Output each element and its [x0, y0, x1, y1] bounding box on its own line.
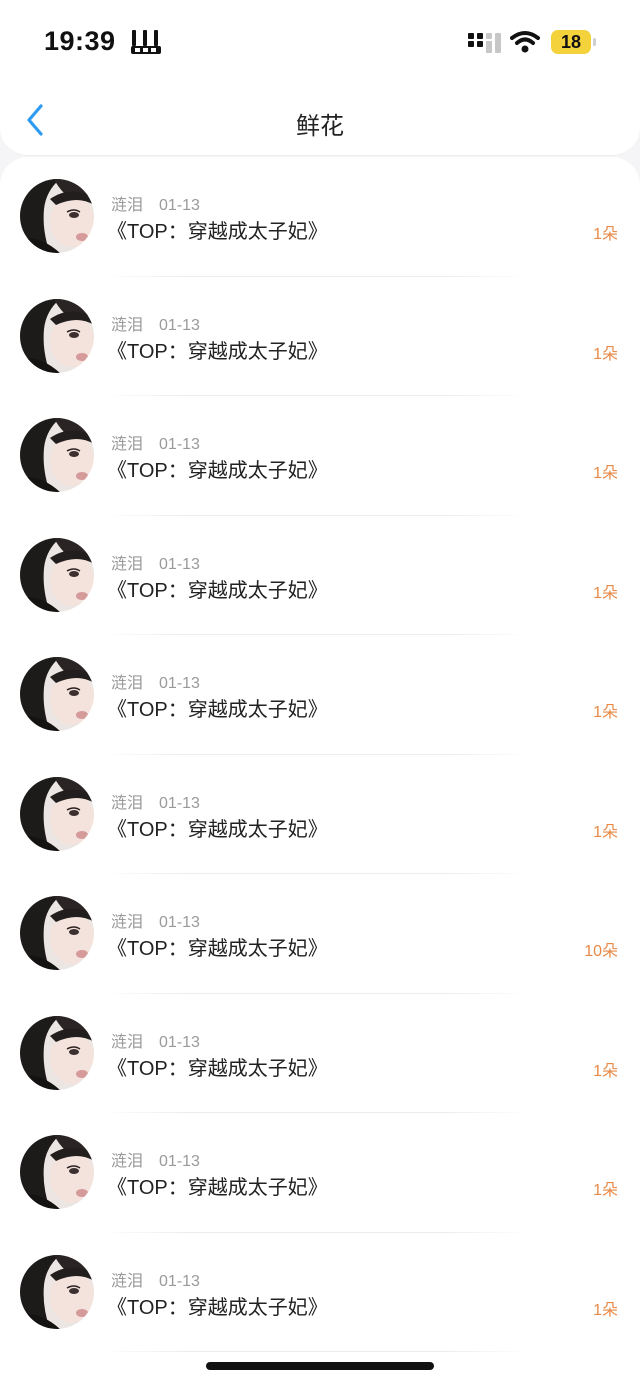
sender-name: 涟泪: [111, 675, 144, 692]
book-title: 《TOP：穿越成太子妃》: [107, 699, 328, 721]
status-time: 19:39: [44, 26, 116, 56]
battery-icon: 18: [551, 30, 597, 54]
flower-count: 1朵: [593, 584, 618, 602]
book-title: 《TOP：穿越成太子妃》: [107, 460, 328, 482]
app-status-icon: [129, 28, 165, 56]
avatar[interactable]: [20, 1135, 94, 1209]
list-item[interactable]: 涟泪 01-13 《TOP：穿越成太子妃》 1朵: [0, 396, 640, 516]
sender-name: 涟泪: [111, 555, 144, 573]
book-title: 《TOP：穿越成太子妃》: [107, 1296, 328, 1319]
screen: 19:39 18 鲜花 涟泪 01-13 《TOP：穿越成太子妃》 1朵 涟泪 …: [0, 0, 640, 1385]
sender-name: 涟泪: [111, 316, 144, 334]
record-date: 01-13: [159, 1153, 200, 1170]
avatar[interactable]: [20, 657, 94, 731]
record-meta: 涟泪 01-13: [111, 430, 200, 454]
record-date: 01-13: [159, 1033, 200, 1051]
book-title: 《TOP：穿越成太子妃》: [107, 579, 328, 602]
record-date: 01-13: [159, 316, 200, 334]
flower-count: 1朵: [593, 704, 618, 721]
avatar[interactable]: [20, 298, 94, 373]
flower-count: 1朵: [593, 345, 618, 363]
sender-name: 涟泪: [111, 1033, 144, 1051]
wifi-icon: [510, 30, 540, 54]
record-date: 01-13: [159, 675, 200, 692]
page-title: 鲜花: [296, 113, 344, 140]
avatar[interactable]: [20, 1015, 94, 1090]
avatar[interactable]: [20, 776, 94, 851]
record-meta: 涟泪 01-13: [111, 1028, 200, 1052]
flower-count: 1朵: [593, 226, 618, 243]
record-meta: 涟泪 01-13: [111, 1147, 200, 1171]
flower-count: 1朵: [593, 1301, 618, 1319]
record-date: 01-13: [159, 1272, 200, 1290]
list-item[interactable]: 涟泪 01-13 《TOP：穿越成太子妃》 10朵: [0, 874, 640, 994]
book-title: 《TOP：穿越成太子妃》: [107, 938, 328, 960]
list-item[interactable]: 涟泪 01-13 《TOP：穿越成太子妃》 1朵: [0, 1113, 640, 1233]
sender-name: 涟泪: [111, 794, 144, 812]
record-date: 01-13: [159, 794, 200, 812]
avatar[interactable]: [20, 418, 94, 492]
flower-count: 1朵: [593, 465, 618, 482]
avatar[interactable]: [20, 1254, 94, 1329]
record-meta: 涟泪 01-13: [111, 1267, 200, 1291]
sender-name: 涟泪: [111, 914, 144, 931]
book-title: 《TOP：穿越成太子妃》: [107, 1177, 328, 1199]
list-item[interactable]: 涟泪 01-13 《TOP：穿越成太子妃》 1朵: [0, 635, 640, 755]
flower-count: 1朵: [593, 1182, 618, 1199]
avatar[interactable]: [20, 179, 94, 253]
sender-name: 涟泪: [111, 1272, 144, 1290]
record-meta: 涟泪 01-13: [111, 669, 200, 693]
avatar[interactable]: [20, 896, 94, 970]
flower-count: 1朵: [593, 823, 618, 841]
navigation-bar: 鲜花: [0, 90, 640, 152]
sender-name: 涟泪: [111, 1153, 144, 1170]
battery-level: 18: [560, 32, 582, 52]
flower-record-list-body: 涟泪 01-13 《TOP：穿越成太子妃》 1朵 涟泪 01-13 《TOP：穿越成…: [0, 157, 640, 1352]
record-meta: 涟泪 01-13: [111, 908, 200, 932]
list-item[interactable]: 涟泪 01-13 《TOP：穿越成太子妃》 1朵: [0, 157, 640, 277]
status-bar: 19:39 18: [0, 0, 640, 90]
avatar[interactable]: [20, 537, 94, 612]
list-item[interactable]: 涟泪 01-13 《TOP：穿越成太子妃》 1朵: [0, 755, 640, 874]
flower-count: 10朵: [584, 943, 618, 960]
record-date: 01-13: [159, 555, 200, 573]
book-title: 《TOP：穿越成太子妃》: [107, 340, 328, 363]
sender-name: 涟泪: [111, 197, 144, 214]
list-item[interactable]: 涟泪 01-13 《TOP：穿越成太子妃》 1朵: [0, 994, 640, 1113]
home-indicator[interactable]: [206, 1362, 434, 1370]
list-item[interactable]: 涟泪 01-13 《TOP：穿越成太子妃》 1朵: [0, 277, 640, 396]
flower-record-list: 涟泪 01-13 《TOP：穿越成太子妃》 1朵 涟泪 01-13 《TOP：穿越成…: [0, 157, 640, 1385]
battery-tip: [593, 38, 596, 46]
row-divider: [100, 1351, 530, 1352]
record-meta: 涟泪 01-13: [111, 550, 200, 574]
record-date: 01-13: [159, 436, 200, 453]
record-date: 01-13: [159, 914, 200, 931]
record-meta: 涟泪 01-13: [111, 191, 200, 215]
list-item[interactable]: 涟泪 01-13 《TOP：穿越成太子妃》 1朵: [0, 1233, 640, 1352]
book-title: 《TOP：穿越成太子妃》: [107, 818, 328, 841]
cellular-signal-icon: [467, 33, 501, 53]
record-meta: 涟泪 01-13: [111, 311, 200, 335]
record-date: 01-13: [159, 197, 200, 214]
book-title: 《TOP：穿越成太子妃》: [107, 1057, 328, 1080]
header: 19:39 18 鲜花: [0, 0, 640, 156]
book-title: 《TOP：穿越成太子妃》: [107, 221, 328, 243]
list-item[interactable]: 涟泪 01-13 《TOP：穿越成太子妃》 1朵: [0, 516, 640, 635]
record-meta: 涟泪 01-13: [111, 789, 200, 813]
flower-count: 1朵: [593, 1062, 618, 1080]
sender-name: 涟泪: [111, 436, 144, 453]
